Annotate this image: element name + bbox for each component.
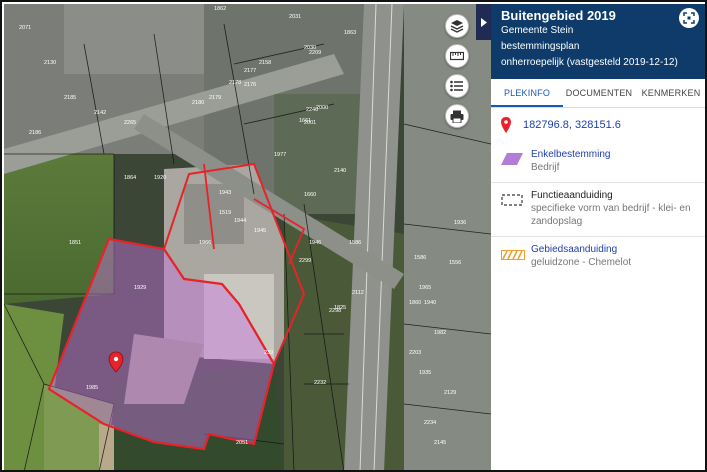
parcel-number-label: 1862 — [214, 6, 226, 12]
parcel-number-label: 1851 — [69, 240, 81, 246]
parcel-number-label: 1864 — [124, 175, 136, 181]
map-canvas[interactable]: 1862 2031 2030 1863 2158 2177 2178 2179 2180 2176… — [4, 4, 491, 470]
parcel-number-label: 1985 — [86, 385, 98, 391]
parcel-number-label: 2000 — [316, 105, 328, 111]
parcel-number-label: 2145 — [434, 440, 446, 446]
orange-hatched-icon — [501, 250, 525, 260]
parcel-number-label: 2129 — [444, 390, 456, 396]
tab-documenten[interactable]: DOCUMENTEN — [563, 79, 635, 107]
parcel-number-label: 2178 — [229, 80, 241, 86]
parcel-number-label: 1660 — [304, 192, 316, 198]
plan-type-label: bestemmingsplan — [501, 41, 580, 52]
layers-button[interactable] — [445, 14, 469, 38]
parcel-number-label: 2071 — [19, 25, 31, 31]
panel-tabs: PLEKINFO DOCUMENTEN KENMERKEN — [491, 79, 705, 108]
legend-button[interactable] — [445, 74, 469, 98]
map-viewer: 1862 2031 2030 1863 2158 2177 2178 2179 2180 2176… — [0, 0, 707, 472]
print-button[interactable] — [445, 104, 469, 128]
dashed-rectangle-icon — [501, 194, 523, 206]
parcel-number-label: 1556 — [449, 260, 461, 266]
parcel-number-label: 2232 — [314, 380, 326, 386]
list-item-functieaanduiding: Functieaanduiding specifieke vorm van be… — [491, 183, 705, 237]
fullscreen-button[interactable] — [679, 8, 699, 28]
list-item-gebiedsaanduiding: Gebiedsaanduiding geluidzone - Chemelot — [491, 237, 705, 277]
municipality-label: Gemeente Stein — [501, 25, 574, 36]
item-desc: geluidzone - Chemelot — [531, 257, 632, 268]
parcel-number-label: 1944 — [234, 218, 246, 224]
parcel-number-label: 2112 — [352, 290, 364, 296]
item-desc: Bedrijf — [531, 162, 560, 173]
parcel-number-label: 1946 — [309, 240, 321, 246]
parcel-number-label: 1519 — [219, 210, 231, 216]
parcel-number-label: 2185 — [64, 95, 76, 101]
parcel-number-label: 1945 — [254, 228, 266, 234]
coordinates-row: 182796.8, 328151.6 — [491, 108, 705, 142]
parcel-number-label: 1977 — [274, 152, 286, 158]
parcel-number-label: 2186 — [29, 130, 41, 136]
parcel-number-label: 2130 — [44, 60, 56, 66]
print-icon — [450, 110, 464, 123]
purple-parallelogram-icon — [501, 153, 523, 165]
parcel-number-label: 2142 — [94, 110, 106, 116]
parcel-number-label: 1586 — [414, 255, 426, 261]
ruler-icon — [450, 51, 464, 61]
parcel-number-label: 2299 — [299, 258, 311, 264]
coordinates-value[interactable]: 182796.8, 328151.6 — [523, 119, 621, 131]
parcel-number-label: 1943 — [219, 190, 231, 196]
parcel-number-label: 1586 — [349, 240, 361, 246]
plan-title: Buitengebied 2019 — [501, 8, 616, 23]
parcel-number-label: 1940 — [424, 300, 436, 306]
parcel-number-label: 1982 — [434, 330, 446, 336]
list-icon — [450, 80, 463, 92]
fullscreen-icon — [683, 12, 695, 24]
parcel-number-label: 2031 — [289, 14, 301, 20]
parcel-number-label: 2203 — [409, 350, 421, 356]
chevron-right-icon — [480, 17, 487, 27]
parcel-number-label: 1965 — [419, 285, 431, 291]
parcel-number-label: 1860 — [409, 300, 421, 306]
measure-button[interactable] — [445, 44, 469, 68]
parcel-number-label: 2177 — [244, 68, 256, 74]
info-panel: Buitengebied 2019 Gemeente Stein bestemm… — [491, 4, 705, 470]
parcel-number-label: 2001 — [304, 120, 316, 126]
parcel-number-label: 1920 — [154, 175, 166, 181]
parcel-number-label: 1825 — [334, 305, 346, 311]
parcel-number-label: 2158 — [259, 60, 271, 66]
parcel-number-label: 2180 — [192, 100, 204, 106]
parcel-number-label: 2209 — [309, 50, 321, 56]
parcel-number-label: 1966 — [199, 240, 211, 246]
layers-icon — [450, 20, 464, 33]
item-title[interactable]: Gebiedsaanduiding — [531, 243, 631, 256]
parcel-number-label: 1936 — [454, 220, 466, 226]
item-title[interactable]: Enkelbestemming — [531, 148, 610, 161]
panel-header: Buitengebied 2019 Gemeente Stein bestemm… — [491, 4, 705, 79]
parcel-number-label: 2140 — [334, 168, 346, 174]
item-desc: specifieke vorm van bedrijf - klei- en z… — [531, 203, 691, 227]
parcel-number-label: 2265 — [124, 120, 136, 126]
location-pin-icon — [501, 117, 511, 133]
parcel-number-label: 2179 — [209, 95, 221, 101]
collapse-panel-button[interactable] — [476, 4, 491, 40]
parcel-number-label: 239 — [264, 350, 273, 356]
tab-kenmerken[interactable]: KENMERKEN — [635, 79, 705, 107]
plan-status-label: onherroepelijk (vastgesteld 2019-12-12) — [501, 57, 678, 68]
parcel-number-label: 2234 — [424, 420, 436, 426]
list-item-enkelbestemming: Enkelbestemming Bedrijf — [491, 142, 705, 183]
tab-plekinfo[interactable]: PLEKINFO — [491, 79, 563, 107]
parcel-number-label: 1929 — [134, 285, 146, 291]
parcel-number-label: 2176 — [244, 82, 256, 88]
parcel-number-label: 1935 — [419, 370, 431, 376]
item-title: Functieaanduiding — [531, 190, 613, 201]
parcel-number-label: 2051 — [236, 440, 248, 446]
parcel-number-label: 1863 — [344, 30, 356, 36]
